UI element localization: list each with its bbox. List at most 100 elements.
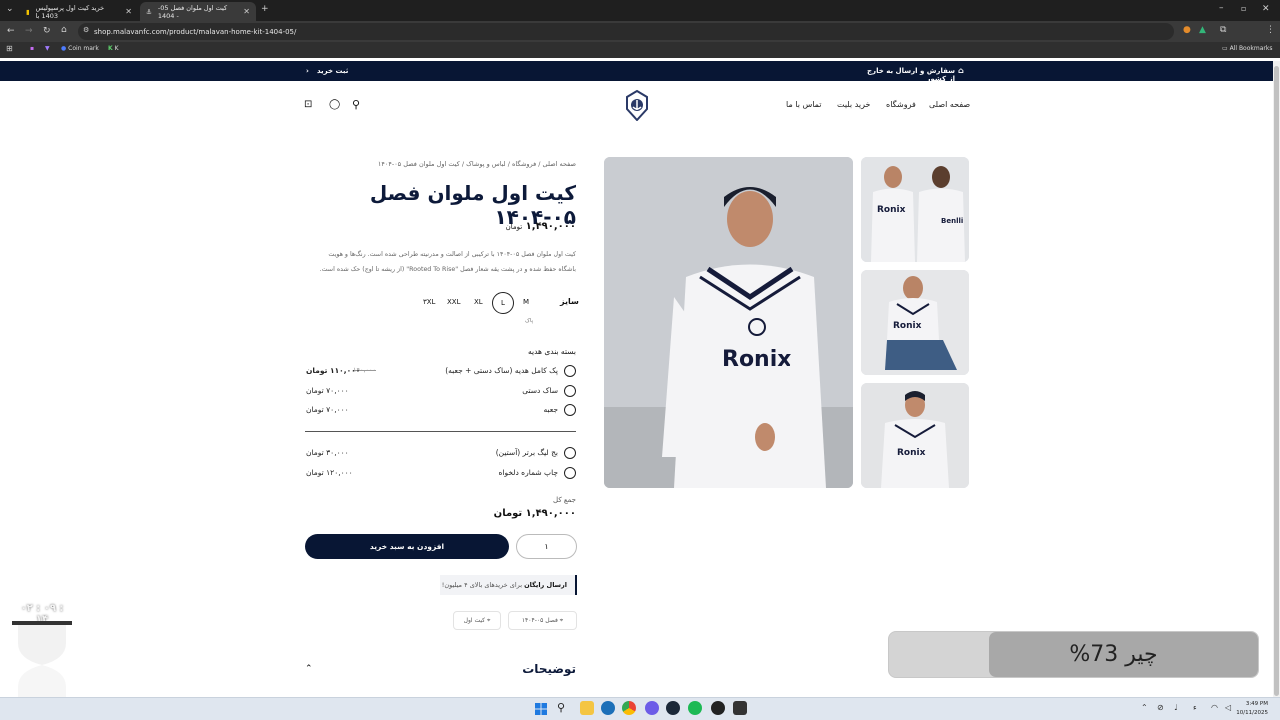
scrollbar-thumb[interactable]	[1274, 66, 1279, 696]
gallery-thumb[interactable]: Ronix	[861, 383, 969, 488]
forward-icon[interactable]: →	[25, 27, 33, 36]
app-icon[interactable]	[645, 701, 659, 715]
gift-option-label[interactable]: ساک دستی	[480, 386, 558, 395]
tag-season[interactable]: ⌖ فصل ۰۵-۱۴۰۴	[508, 611, 577, 630]
free-shipping-bold: ارسال رایگان	[524, 581, 567, 589]
size-option-xxl[interactable]: XXL	[447, 298, 461, 306]
gift-radio[interactable]	[564, 404, 576, 416]
file-explorer-icon[interactable]	[580, 701, 594, 715]
all-bookmarks[interactable]: ▭ All Bookmarks	[1222, 45, 1272, 52]
nav-shop[interactable]: فروشگاه	[886, 100, 916, 109]
extra-radio[interactable]	[564, 447, 576, 459]
add-to-cart-button[interactable]: افزودن به سبد خرید	[305, 534, 509, 559]
nav-home[interactable]: صفحه اصلی	[929, 100, 970, 109]
description-line: باشگاه حفظ شده و در پشت یقه شعار فصل "Ro…	[319, 266, 576, 273]
breadcrumb[interactable]: صفحه اصلی / فروشگاه / لباس و پوشاک / کیت…	[300, 160, 576, 168]
size-label: سایز	[560, 297, 579, 306]
tab-malavan[interactable]: ⚓ کیت اول ملوان فصل 05-1404 - ✕	[140, 2, 256, 21]
cart-icon[interactable]: ⊡	[304, 99, 312, 110]
k-icon: K	[108, 45, 113, 52]
price-number: ۱,۴۹۰,۰۰۰	[525, 221, 576, 232]
tray-icon[interactable]: ء	[1193, 703, 1197, 712]
microphone-icon[interactable]: ♩	[1174, 703, 1178, 712]
checkout-link[interactable]: ثبت خرید	[317, 67, 348, 75]
extension-icon[interactable]: ▲	[1199, 26, 1206, 35]
gallery-thumb[interactable]: Ronix Benlli	[861, 157, 969, 262]
app-icon[interactable]	[711, 701, 725, 715]
bookmarks-bar: ⊞ ▪ ▼ ● Coin mark K K ▭ All Bookmarks	[0, 42, 1280, 58]
app-icon[interactable]	[601, 701, 615, 715]
gallery-thumb[interactable]: Ronix	[861, 270, 969, 375]
size-option-3xl[interactable]: ۳XL	[423, 298, 435, 306]
bookmark-icon[interactable]: ▪	[30, 45, 34, 52]
tray-icon[interactable]: ⊘	[1157, 703, 1164, 712]
back-icon[interactable]: ←	[7, 27, 15, 36]
steam-icon[interactable]	[666, 701, 680, 715]
gift-radio[interactable]	[564, 385, 576, 397]
extension-icon[interactable]: ●	[1183, 26, 1191, 35]
jersey-sponsor: Ronix	[877, 205, 906, 215]
minimize-icon[interactable]: –	[1219, 4, 1224, 13]
window-close-icon[interactable]: ✕	[1262, 5, 1270, 14]
nav-tickets[interactable]: خرید بلیت	[837, 100, 870, 109]
tray-chevron-icon[interactable]: ⌃	[1141, 703, 1148, 712]
international-order-text[interactable]: سفارش و ارسال به خارج از کشور	[865, 67, 955, 83]
extensions-icon[interactable]: ⧉	[1220, 26, 1226, 35]
jersey-sponsor: Ronix	[897, 448, 926, 458]
home-icon[interactable]: ⌂	[61, 26, 67, 35]
gift-radio[interactable]	[564, 365, 576, 377]
extra-option-label[interactable]: چاپ شماره دلخواه	[450, 468, 558, 477]
apps-icon[interactable]: ⊞	[6, 45, 13, 53]
search-icon[interactable]: ⚲	[352, 98, 360, 111]
divider	[305, 431, 576, 432]
bookmark-icon[interactable]: ▼	[45, 45, 50, 52]
taskbar-search-icon[interactable]: ⚲	[557, 701, 571, 715]
thumb-photo: Ronix	[861, 270, 969, 375]
volume-icon[interactable]: ◁	[1225, 703, 1231, 712]
tab-search-icon[interactable]: ⌄	[6, 5, 14, 14]
main-product-image[interactable]: Ronix	[604, 157, 853, 488]
back-print: Benlli	[941, 217, 963, 225]
chrome-icon[interactable]	[622, 701, 636, 715]
nav-contact[interactable]: تماس با ما	[786, 100, 822, 109]
tag-icon: ⌖	[559, 617, 564, 624]
quantity-input[interactable]: ۱	[516, 534, 577, 559]
address-bar[interactable]: ⚙ shop.malavanfc.com/product/malavan-hom…	[78, 23, 1174, 40]
clear-size-link[interactable]: پاک	[525, 318, 533, 324]
gift-option-label[interactable]: جعبه	[500, 405, 558, 414]
clock[interactable]: 3:49 PM 10/11/2025	[1236, 700, 1268, 718]
size-option-xl[interactable]: XL	[474, 298, 483, 306]
tab-persepolis[interactable]: ▮ خرید کیت اول پرسپولیس 1403 با ✕	[20, 2, 138, 21]
spotify-icon[interactable]	[688, 701, 702, 715]
close-icon[interactable]: ✕	[243, 7, 250, 16]
user-icon[interactable]: ◯	[329, 99, 340, 110]
menu-icon[interactable]: ⋮	[1266, 26, 1275, 35]
extra-radio[interactable]	[564, 467, 576, 479]
site-info-icon[interactable]: ⚙	[83, 27, 89, 34]
gift-option-label[interactable]: پک کامل هدیه (ساک دستی + جعبه)	[420, 366, 558, 375]
size-option-l[interactable]: L	[492, 292, 514, 314]
extra-option-label[interactable]: بج لیگ برتر (آستین)	[440, 448, 558, 457]
reload-icon[interactable]: ↻	[43, 27, 51, 36]
bookmark-label: Coin mark	[68, 45, 99, 52]
tag-home-kit[interactable]: ⌖ کیت اول	[453, 611, 501, 630]
new-tab-icon[interactable]: +	[261, 5, 269, 14]
chevron-up-icon[interactable]: ⌃	[305, 664, 313, 674]
club-logo[interactable]	[624, 89, 650, 122]
hourglass-widget	[12, 621, 72, 700]
description-heading[interactable]: توضیحات	[500, 662, 576, 676]
maximize-icon[interactable]: ▫	[1241, 5, 1246, 13]
size-option-m[interactable]: M	[523, 298, 529, 306]
tab-title: خرید کیت اول پرسپولیس 1403 با	[35, 3, 105, 20]
terminal-icon[interactable]	[733, 701, 747, 715]
thumb-photo: Ronix	[861, 383, 969, 488]
close-icon[interactable]: ✕	[125, 7, 132, 16]
price-unit: تومان	[505, 223, 523, 231]
wifi-icon[interactable]: ◠	[1211, 703, 1218, 712]
bookmark-k[interactable]: K K	[108, 45, 119, 52]
bookmark-coinmark[interactable]: ● Coin mark	[61, 45, 99, 52]
windows-logo	[535, 703, 547, 715]
start-icon[interactable]	[534, 701, 548, 715]
tab-title: کیت اول ملوان فصل 05-1404 -	[157, 3, 228, 20]
free-shipping-text: برای خریدهای بالای ۴ میلیون!	[441, 581, 523, 589]
